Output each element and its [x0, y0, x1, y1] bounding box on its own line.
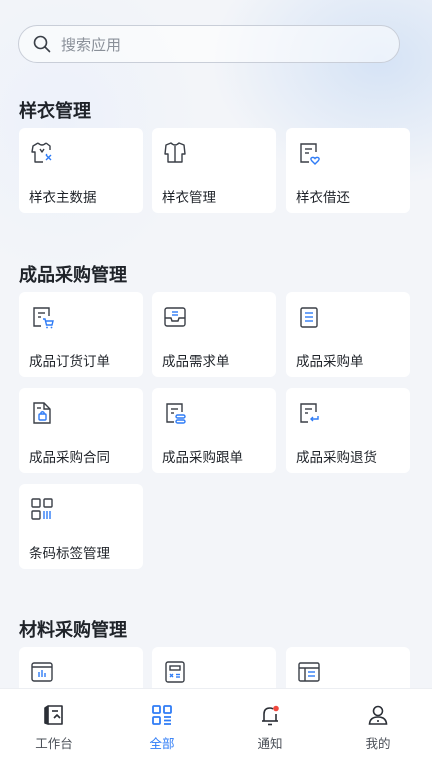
chart-box-icon [31, 662, 53, 682]
app-card-sample-borrow[interactable]: 样衣借还 [286, 128, 410, 213]
grid-icon [152, 705, 172, 725]
user-icon [368, 705, 388, 725]
doc-heart-icon [300, 143, 320, 165]
app-card-material-1[interactable] [19, 647, 143, 688]
app-label: 成品订货订单 [29, 354, 110, 370]
bottom-tab-bar: 工作台 全部 通知 我的 [0, 688, 432, 768]
table-icon [298, 662, 320, 682]
app-label: 成品采购退货 [296, 450, 377, 466]
app-card-product-demand[interactable]: 成品需求单 [152, 292, 276, 377]
inbox-icon [164, 307, 186, 327]
app-card-product-order[interactable]: 成品订货订单 [19, 292, 143, 377]
app-list-scroll[interactable]: 搜索应用 样衣管理 样衣主数据 样衣管理 样衣借还 成品采购管理 成品订货订单 … [0, 0, 432, 688]
app-card-sample-manage[interactable]: 样衣管理 [152, 128, 276, 213]
app-card-product-return[interactable]: 成品采购退货 [286, 388, 410, 473]
section-title-sample: 样衣管理 [19, 101, 91, 122]
tab-all[interactable]: 全部 [108, 689, 216, 768]
tab-label: 工作台 [35, 736, 73, 751]
app-label: 成品需求单 [162, 354, 230, 370]
tab-label: 通知 [257, 736, 283, 751]
tab-label: 我的 [365, 736, 391, 751]
doc-return-icon [300, 403, 319, 423]
app-label: 成品采购合同 [29, 450, 110, 466]
workbench-icon [44, 705, 63, 725]
tab-workbench[interactable]: 工作台 [0, 689, 108, 768]
tab-notifications[interactable]: 通知 [216, 689, 324, 768]
section-title-product-purchase: 成品采购管理 [19, 265, 127, 286]
app-card-material-3[interactable] [286, 647, 410, 688]
search-input[interactable]: 搜索应用 [18, 25, 400, 63]
app-label: 样衣借还 [296, 190, 350, 206]
doc-link-icon [166, 403, 186, 424]
app-card-product-contract[interactable]: 成品采购合同 [19, 388, 143, 473]
app-card-product-follow[interactable]: 成品采购跟单 [152, 388, 276, 473]
list-doc-icon [300, 307, 318, 328]
tab-me[interactable]: 我的 [324, 689, 432, 768]
contract-icon [33, 402, 51, 424]
app-label: 成品采购单 [296, 354, 364, 370]
garment-data-icon [31, 142, 52, 163]
calculator-icon [165, 661, 185, 683]
tab-label: 全部 [149, 736, 175, 751]
barcode-icon [31, 498, 53, 520]
section-title-material-purchase: 材料采购管理 [19, 620, 127, 641]
doc-cart-icon [33, 307, 54, 329]
app-label: 条码标签管理 [29, 546, 110, 562]
app-card-material-2[interactable] [152, 647, 276, 688]
app-label: 样衣主数据 [29, 190, 97, 206]
search-icon [33, 35, 51, 53]
app-card-sample-master[interactable]: 样衣主数据 [19, 128, 143, 213]
bell-icon [262, 705, 279, 726]
app-card-barcode[interactable]: 条码标签管理 [19, 484, 143, 569]
app-label: 成品采购跟单 [162, 450, 243, 466]
search-placeholder: 搜索应用 [61, 35, 122, 54]
app-label: 样衣管理 [162, 190, 216, 206]
garment-icon [164, 142, 186, 163]
app-card-product-po[interactable]: 成品采购单 [286, 292, 410, 377]
